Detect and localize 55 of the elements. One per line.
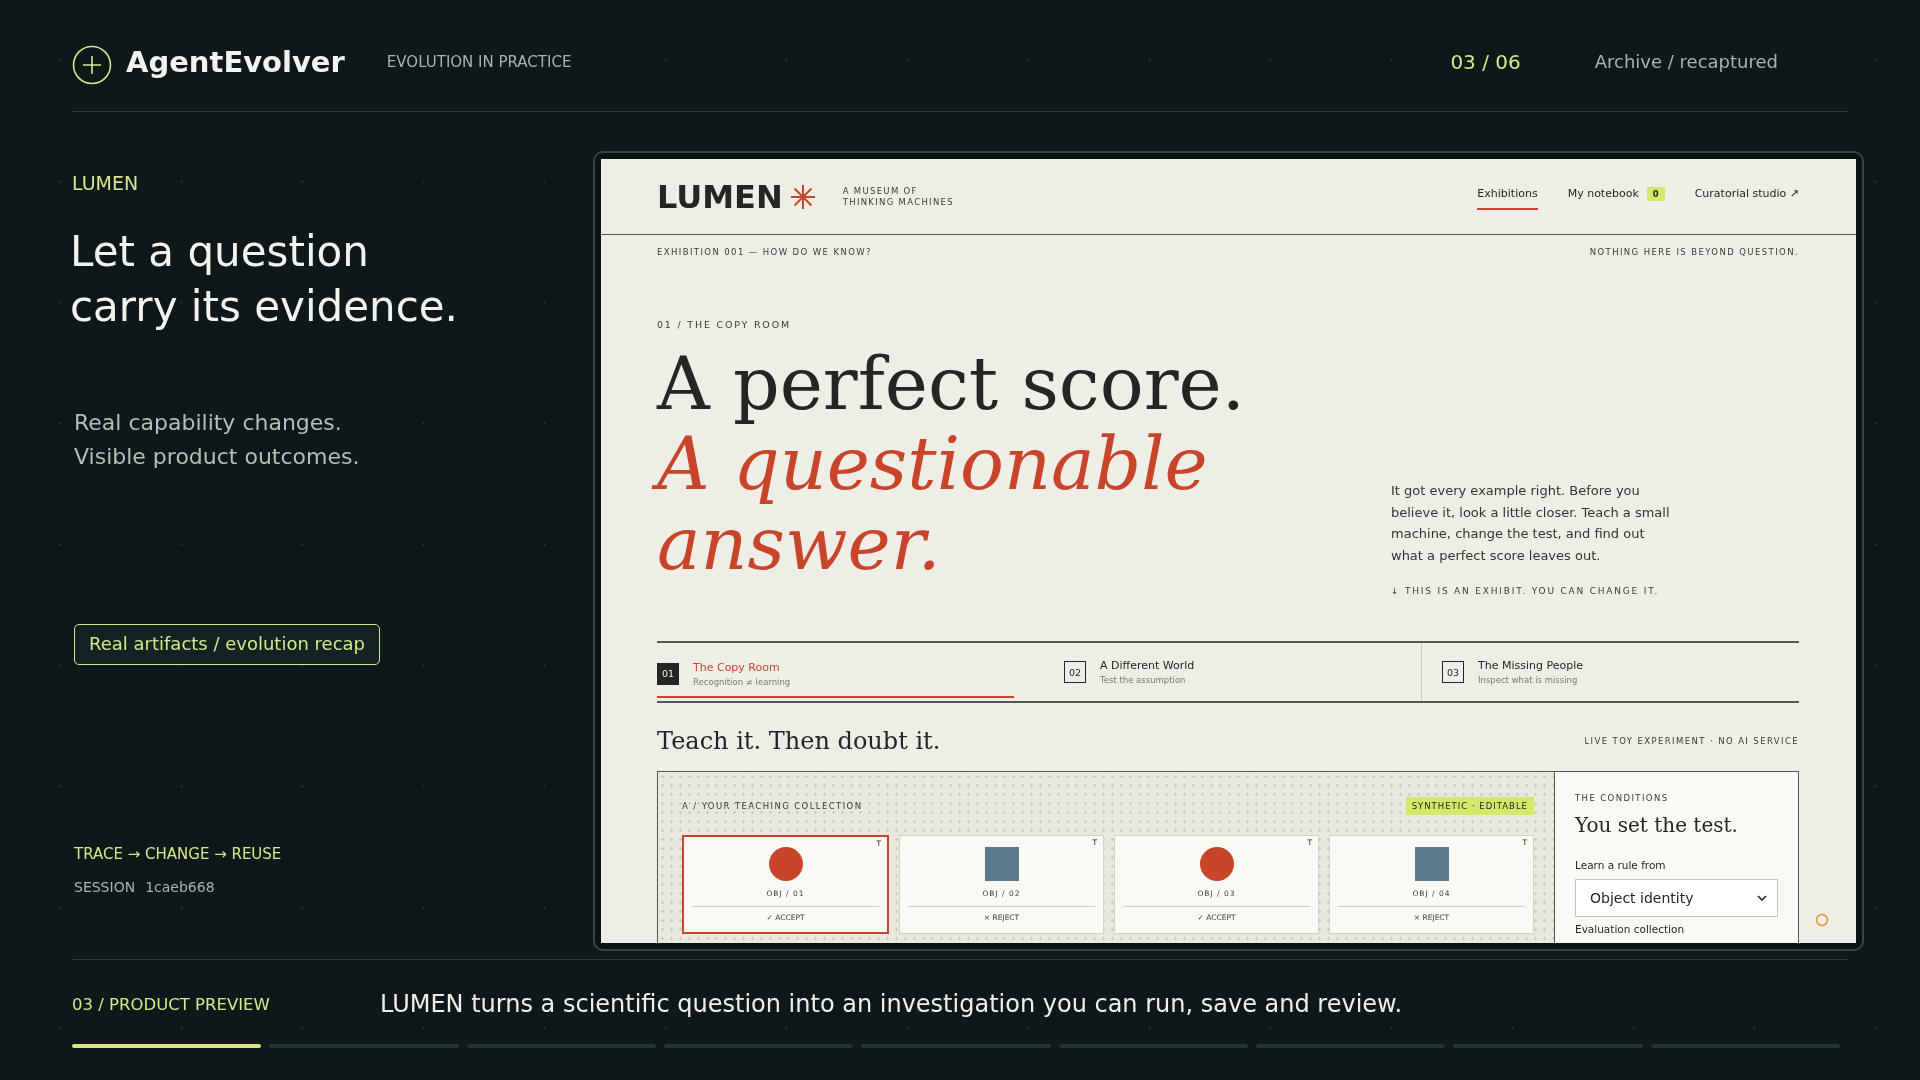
tab-subtitle: Test the assumption (1100, 675, 1187, 685)
exhibit-tab[interactable]: 02 A Different World Test the assumption (1044, 643, 1422, 701)
subtext: Real capability changes. Visible product outcomes. (74, 409, 361, 471)
tab-title: The Missing People (1478, 659, 1583, 672)
experiment-label: LIVE TOY EXPERIMENT · NO AI SERVICE (1584, 736, 1799, 746)
section-title: Teach it. Then doubt it. (657, 727, 941, 755)
field-label: Evaluation collection (1575, 923, 1685, 935)
ring-icon (1815, 913, 1829, 927)
caption: LUMEN turns a scientific question into an investigation you can run, save and review. (380, 990, 1403, 1018)
archive-label: Archive / recaptured (1594, 51, 1778, 72)
tab-number: 02 (1064, 661, 1086, 683)
rule-select[interactable]: Object identity (1575, 879, 1778, 917)
conditions-title: You set the test. (1575, 813, 1738, 837)
session-id: 1caeb668 (145, 879, 215, 895)
exhibit-tab[interactable]: 03 The Missing People Inspect what is missing (1422, 643, 1799, 701)
hero-paragraph: It got every example right. Before you believe it, look a little closer. Teach a small machine, change the test, and find out what a perfect score leaves out. (1391, 482, 1671, 565)
circle-icon (1199, 847, 1234, 881)
count-badge: 0 (1646, 186, 1665, 201)
hero-title: A perfect score. (657, 344, 1246, 424)
hint-note: ↓ THIS IS AN EXHIBIT. YOU CAN CHANGE IT. (1391, 586, 1661, 596)
field-label: Learn a rule from (1575, 859, 1666, 871)
nav-link[interactable]: Curatorial studio ↗ (1694, 183, 1799, 210)
nav-link[interactable]: Exhibitions (1477, 183, 1538, 210)
recap-button[interactable]: Real artifacts / evolution recap (74, 624, 380, 665)
flow-label: TRACE → CHANGE → REUSE (74, 845, 283, 863)
square-icon (1414, 847, 1449, 881)
exhibit-tab[interactable]: 01 The Copy Room Recognition ≠ learning (657, 643, 1014, 698)
motto-label: NOTHING HERE IS BEYOND QUESTION. (1589, 247, 1799, 257)
status-badge: SYNTHETIC · EDITABLE (1405, 797, 1534, 815)
section-label: 03 / PRODUCT PREVIEW (72, 994, 271, 1014)
brand-name: AgentEvolver (126, 44, 345, 79)
brand-tagline: EVOLUTION IN PRACTICE (386, 52, 572, 71)
chevron-down-icon (1757, 895, 1767, 901)
page-counter: 03 / 06 (1450, 49, 1521, 74)
asterisk-icon (788, 182, 817, 211)
site-name: LUMEN (657, 177, 783, 216)
tab-title: The Copy Room (693, 660, 781, 674)
tab-subtitle: Recognition ≠ learning (693, 676, 791, 687)
square-icon (984, 847, 1019, 881)
collection-label: A / YOUR TEACHING COLLECTION (682, 801, 863, 811)
tab-number: 03 (1442, 661, 1464, 683)
circle-icon (768, 847, 803, 881)
tab-title: A Different World (1100, 659, 1195, 672)
nav-link-label: My notebook (1567, 187, 1639, 200)
session-label: SESSION (74, 879, 136, 895)
tab-number: 01 (657, 662, 679, 685)
hero-title-accent: A questionable answer. (651, 424, 1317, 596)
section-eyebrow: LUMEN (72, 172, 140, 194)
headline: Let a question carry its evidence. (70, 226, 459, 333)
hero-eyebrow: 01 / THE COPY ROOM (657, 319, 792, 330)
exhibition-label: EXHIBITION 001 — HOW DO WE KNOW? (657, 247, 872, 257)
conditions-eyebrow: THE CONDITIONS (1575, 793, 1669, 803)
site-tagline: A MUSEUM OF THINKING MACHINES (842, 185, 955, 208)
tab-subtitle: Inspect what is missing (1478, 675, 1579, 685)
plus-circle-icon (72, 44, 112, 85)
